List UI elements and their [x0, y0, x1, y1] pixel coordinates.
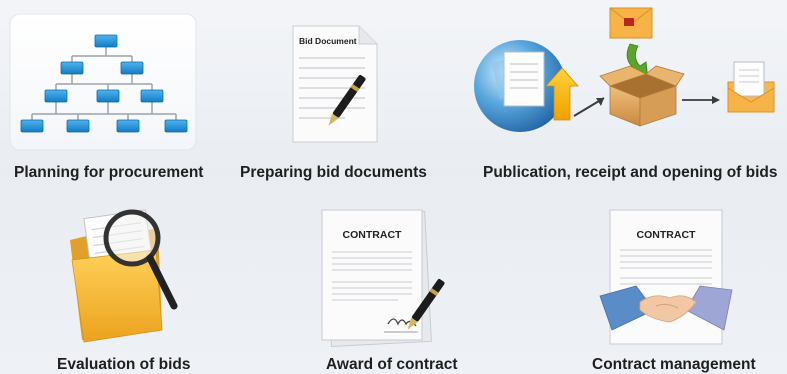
contract-title: CONTRACT	[637, 229, 696, 241]
contract-title: CONTRACT	[343, 229, 402, 241]
step-label: Planning for procurement	[14, 164, 204, 181]
step-label: Award of contract	[326, 356, 458, 373]
publication-flow-icon	[474, 7, 775, 132]
bid-document-icon: Bid Document	[292, 25, 378, 143]
open-box-icon	[599, 65, 685, 127]
document-title: Bid Document	[299, 36, 357, 46]
procurement-process-diagram: Planning for procurement Bid Document Pr…	[0, 0, 787, 374]
step-label: Publication, receipt and opening of bids	[483, 164, 778, 181]
step-label: Evaluation of bids	[57, 356, 191, 373]
magnifier-folder-icon	[70, 209, 178, 343]
hierarchy-chart-icon	[9, 13, 197, 151]
step-label: Contract management	[592, 356, 756, 373]
handshake-contract-icon: CONTRACT	[599, 209, 733, 345]
signed-contract-icon: CONTRACT	[321, 209, 445, 348]
envelope-icon	[609, 7, 653, 39]
step-label: Preparing bid documents	[240, 164, 427, 181]
open-envelope-icon	[727, 61, 775, 113]
